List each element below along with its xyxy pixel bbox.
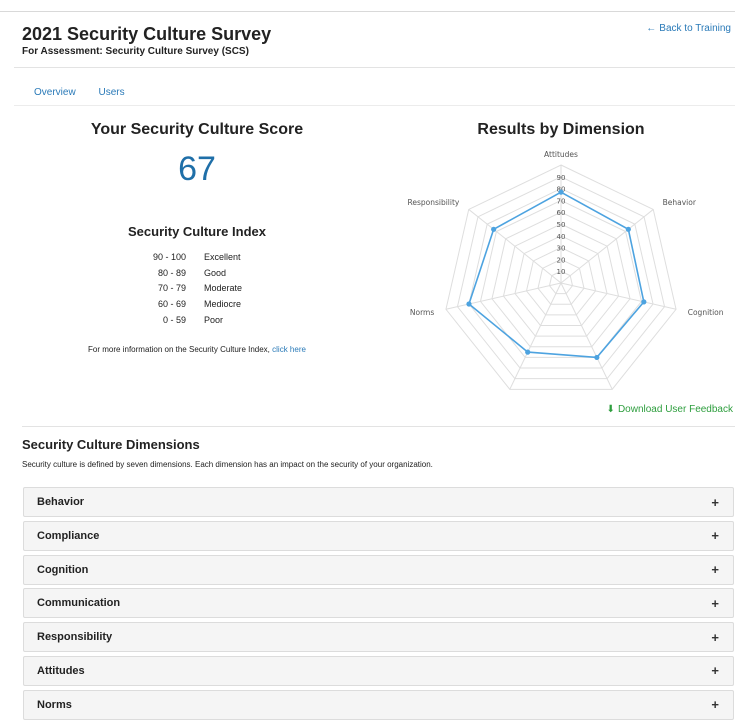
dimensions-description: Security culture is defined by seven dim… xyxy=(22,460,433,469)
tab-users[interactable]: Users xyxy=(98,87,124,98)
index-range: 90 - 100 xyxy=(152,251,186,262)
radar-axis-label: Norms xyxy=(410,308,434,317)
index-heading: Security Culture Index xyxy=(128,224,266,239)
accordion-responsibility[interactable]: Responsibility + xyxy=(23,622,734,653)
back-to-training-link[interactable]: ← Back to Training xyxy=(646,23,731,34)
score-value: 67 xyxy=(178,150,216,188)
radar-axis-label: Cognition xyxy=(688,308,724,317)
index-range: 60 - 69 xyxy=(157,299,186,310)
index-label: Moderate xyxy=(204,283,243,294)
expand-plus-icon[interactable]: + xyxy=(711,528,719,543)
index-info-label: For more information on the Security Cul… xyxy=(88,345,273,354)
radar-heading: Results by Dimension xyxy=(477,121,645,138)
radar-axis-label: Behavior xyxy=(663,198,697,207)
accordion-label: Compliance xyxy=(37,529,100,542)
radar-point xyxy=(641,299,647,305)
index-info-text: For more information on the Security Cul… xyxy=(22,345,372,354)
download-icon: ⬇ xyxy=(606,404,615,415)
radar-point xyxy=(466,301,472,307)
radar-tick-label: 30 xyxy=(557,245,566,253)
index-table: 90 - 100 Excellent 80 - 89 Good 70 - 79 Mod… xyxy=(118,249,242,328)
index-label: Good xyxy=(204,267,227,278)
index-range: 80 - 89 xyxy=(157,267,186,278)
expand-plus-icon[interactable]: + xyxy=(711,697,719,712)
index-row: 0 - 59 Poor xyxy=(118,312,242,328)
index-label: Mediocre xyxy=(204,299,242,310)
back-link-label: Back to Training xyxy=(659,23,731,34)
download-user-feedback-link[interactable]: ⬇ Download User Feedback xyxy=(607,404,733,415)
radar-axis-label: Responsibility xyxy=(407,198,459,207)
expand-plus-icon[interactable]: + xyxy=(711,562,719,577)
radar-chart: 102030405060708090 AttitudesBehaviorCogn… xyxy=(407,150,724,390)
radar-tick-label: 50 xyxy=(557,221,566,229)
tab-overview[interactable]: Overview xyxy=(34,87,76,98)
accordion-norms[interactable]: Norms + xyxy=(23,689,734,720)
page-subtitle: For Assessment: Security Culture Survey … xyxy=(22,46,249,57)
radar-axis-label: Attitudes xyxy=(544,150,578,159)
radar-axis-labels: AttitudesBehaviorCognitionCommunicationC… xyxy=(407,150,724,317)
radar-point xyxy=(625,226,631,232)
radar-point xyxy=(558,189,564,195)
expand-plus-icon[interactable]: + xyxy=(711,596,719,611)
accordion-cognition[interactable]: Cognition + xyxy=(23,554,734,585)
click-here-link[interactable]: click here xyxy=(272,345,306,354)
index-row: 90 - 100 Excellent xyxy=(118,249,242,265)
accordion-label: Behavior xyxy=(37,496,85,508)
download-label: Download User Feedback xyxy=(617,404,733,415)
accordion-attitudes[interactable]: Attitudes + xyxy=(23,655,734,686)
index-row: 80 - 89 Good xyxy=(118,265,242,281)
score-heading: Your Security Culture Score xyxy=(90,121,304,138)
radar-tick-label: 20 xyxy=(557,256,566,264)
index-row: 60 - 69 Mediocre xyxy=(118,296,242,312)
radar-tick-label: 60 xyxy=(557,209,566,217)
radar-tick-label: 10 xyxy=(557,268,566,276)
index-label: Poor xyxy=(204,315,224,326)
top-divider xyxy=(0,11,735,12)
dimensions-accordion: Behavior + Compliance + Cognition + Communi… xyxy=(23,487,734,724)
header-divider xyxy=(14,67,735,68)
accordion-compliance[interactable]: Compliance + xyxy=(23,520,734,551)
dimensions-heading: Security Culture Dimensions xyxy=(22,437,200,452)
accordion-label: Norms xyxy=(37,698,72,711)
index-range: 0 - 59 xyxy=(162,315,186,326)
accordion-communication[interactable]: Communication + xyxy=(23,588,734,619)
accordion-label: Responsibility xyxy=(37,631,113,644)
index-label: Excellent xyxy=(204,251,241,262)
page-title: 2021 Security Culture Survey xyxy=(22,24,272,44)
accordion-behavior[interactable]: Behavior + xyxy=(23,487,734,517)
expand-plus-icon[interactable]: + xyxy=(711,663,719,678)
section-divider xyxy=(22,426,735,427)
radar-point xyxy=(525,349,531,355)
tabs-divider xyxy=(14,105,735,106)
radar-ticks: 102030405060708090 xyxy=(557,174,566,276)
radar-tick-label: 90 xyxy=(557,174,566,182)
accordion-label: Cognition xyxy=(37,563,89,576)
index-range: 70 - 79 xyxy=(157,283,186,294)
accordion-label: Attitudes xyxy=(37,664,85,677)
radar-point xyxy=(491,226,497,232)
expand-plus-icon[interactable]: + xyxy=(711,495,719,510)
arrow-left-icon: ← xyxy=(646,23,657,34)
index-row: 70 - 79 Moderate xyxy=(118,281,242,297)
radar-tick-label: 40 xyxy=(557,233,566,241)
expand-plus-icon[interactable]: + xyxy=(711,630,719,645)
tab-bar: Overview Users xyxy=(34,87,145,98)
accordion-label: Communication xyxy=(37,597,121,610)
radar-point xyxy=(594,354,600,361)
radar-tick-label: 70 xyxy=(557,197,566,205)
